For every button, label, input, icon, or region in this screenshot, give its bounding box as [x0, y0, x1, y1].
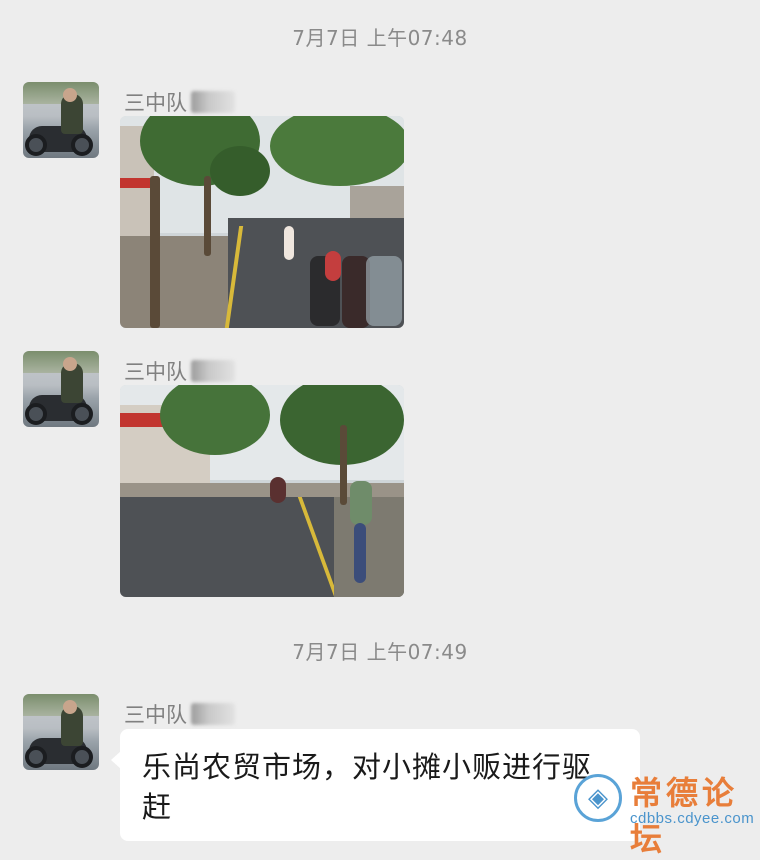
timestamp-2: 7月7日 上午07:49 — [292, 640, 468, 664]
sender-name-text: 三中队 — [124, 91, 187, 115]
sender-name: 三中队 — [124, 87, 235, 117]
redacted-name — [191, 360, 235, 382]
watermark-url: cdbbs.cdyee.com — [630, 810, 755, 827]
redacted-name — [191, 703, 235, 725]
avatar[interactable] — [23, 82, 99, 158]
avatar[interactable] — [23, 694, 99, 770]
chat-image-1[interactable] — [120, 116, 404, 328]
message-bubble[interactable]: 乐尚农贸市场，对小摊小贩进行驱赶 — [111, 729, 640, 841]
sender-name-text: 三中队 — [124, 360, 187, 384]
sender-name: 三中队 — [124, 356, 235, 386]
timestamp-1: 7月7日 上午07:48 — [292, 26, 468, 50]
sender-name-text: 三中队 — [124, 703, 187, 727]
watermark: ◈ 常德论坛 cdbbs.cdyee.com — [574, 768, 760, 858]
avatar[interactable] — [23, 351, 99, 427]
sender-name: 三中队 — [124, 699, 235, 729]
chat-image-2[interactable] — [120, 385, 404, 597]
redacted-name — [191, 91, 235, 113]
forum-logo-icon: ◈ — [574, 774, 622, 822]
